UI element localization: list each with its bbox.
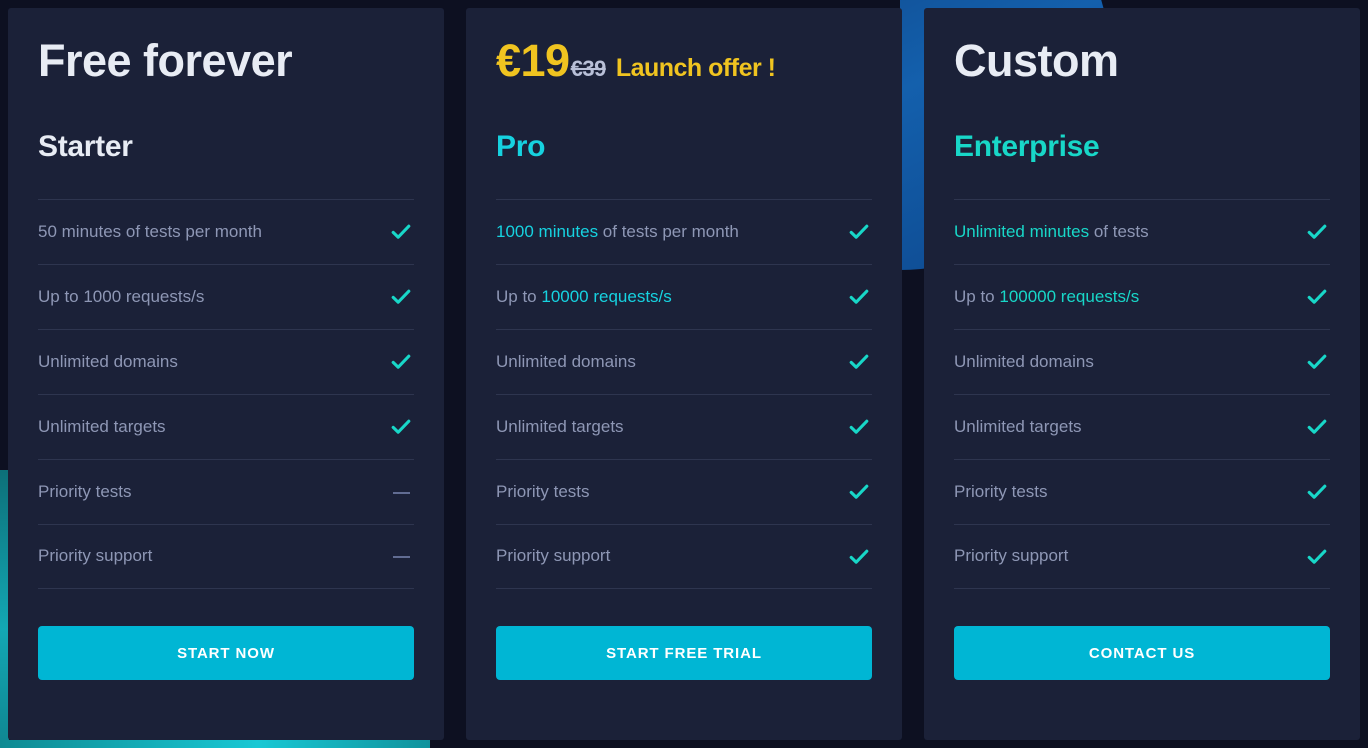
pricing-card-enterprise: Custom Enterprise Unlimited minutes of tes… [924, 8, 1360, 740]
check-icon [1304, 286, 1330, 308]
plan-name: Pro [496, 130, 546, 163]
feature-text-highlight: 100000 requests/s [999, 286, 1140, 306]
launch-offer-note: Launch offer ! [615, 54, 776, 82]
feature-row: Up to 100000 requests/s [954, 264, 1330, 329]
feature-label: Unlimited domains [38, 352, 178, 372]
feature-text-plain: Priority support [38, 546, 153, 566]
feature-label: Up to 100000 requests/s [954, 287, 1139, 307]
feature-label: Priority support [496, 546, 610, 566]
dash-icon [388, 547, 414, 567]
check-icon [1304, 481, 1330, 503]
feature-row: Unlimited targets [496, 394, 872, 459]
feature-row: Priority support [496, 524, 872, 589]
feature-text-plain: Up to [954, 286, 1000, 306]
feature-text-plain: Unlimited domains [954, 351, 1094, 371]
check-icon [388, 416, 414, 438]
feature-list: Unlimited minutes of tests Up to 100000 r… [954, 199, 1330, 589]
feature-text-plain-suffix: of tests [1089, 221, 1149, 241]
check-icon [388, 351, 414, 373]
feature-label: Priority support [38, 546, 152, 566]
feature-text-plain: Priority support [496, 546, 611, 566]
feature-text-plain: Priority tests [954, 481, 1048, 501]
check-icon [1304, 416, 1330, 438]
feature-row: 1000 minutes of tests per month [496, 199, 872, 264]
price-original-struck: €39 [570, 56, 607, 81]
feature-label: Up to 10000 requests/s [496, 287, 672, 307]
check-icon [846, 286, 872, 308]
feature-label: Unlimited minutes of tests [954, 222, 1149, 242]
feature-label: Unlimited domains [954, 352, 1094, 372]
feature-text-plain: Unlimited targets [954, 416, 1082, 436]
feature-label: Priority tests [496, 482, 590, 502]
feature-text-plain: Unlimited domains [38, 351, 178, 371]
feature-label: Unlimited targets [38, 417, 166, 437]
check-icon [1304, 351, 1330, 373]
feature-label: Priority tests [38, 482, 132, 502]
check-icon [1304, 221, 1330, 243]
pricing-card-pro: €19 €39 Launch offer ! Pro 1000 minutes of t… [466, 8, 902, 740]
feature-text-highlight: Unlimited minutes [954, 221, 1090, 241]
check-icon [846, 416, 872, 438]
price-line: €19 €39 Launch offer ! [496, 38, 872, 90]
cta-button-starter[interactable]: START NOW [38, 626, 414, 680]
plan-name: Starter [38, 130, 133, 163]
cta-button-pro[interactable]: START FREE TRIAL [496, 626, 872, 680]
feature-row: Unlimited targets [954, 394, 1330, 459]
price-amount: €19 [496, 35, 570, 86]
feature-text-plain: 50 minutes of tests per month [38, 221, 262, 241]
feature-label: Unlimited targets [496, 417, 624, 437]
feature-text-plain: Unlimited targets [38, 416, 166, 436]
feature-label: Priority tests [954, 482, 1048, 502]
feature-text-plain: Unlimited domains [496, 351, 636, 371]
feature-row: Priority tests [954, 459, 1330, 524]
check-icon [846, 351, 872, 373]
feature-row: Priority support [38, 524, 414, 589]
price-line: Custom [954, 38, 1330, 90]
feature-row: Up to 10000 requests/s [496, 264, 872, 329]
dash-icon [388, 482, 414, 502]
feature-row: Priority tests [38, 459, 414, 524]
feature-row: Unlimited domains [38, 329, 414, 394]
price-amount: Free forever [38, 35, 293, 86]
feature-row: Unlimited targets [38, 394, 414, 459]
check-icon [388, 221, 414, 243]
feature-text-plain: Up to 1000 requests/s [38, 286, 205, 306]
feature-row: Unlimited domains [954, 329, 1330, 394]
feature-label: 1000 minutes of tests per month [496, 222, 739, 242]
pricing-page: Free forever Starter 50 minutes of tests p… [0, 0, 1368, 748]
feature-text-plain: Priority support [954, 546, 1069, 566]
price-line: Free forever [38, 38, 414, 90]
feature-list: 1000 minutes of tests per month Up to 100… [496, 199, 872, 589]
plan-name: Enterprise [954, 130, 1100, 163]
check-icon [846, 221, 872, 243]
price-amount: Custom [954, 35, 1119, 86]
feature-row: Up to 1000 requests/s [38, 264, 414, 329]
feature-text-plain: Unlimited targets [496, 416, 624, 436]
cta-button-enterprise[interactable]: CONTACT US [954, 626, 1330, 680]
feature-row: 50 minutes of tests per month [38, 199, 414, 264]
feature-label: Up to 1000 requests/s [38, 287, 204, 307]
feature-label: Unlimited targets [954, 417, 1082, 437]
pricing-card-list: Free forever Starter 50 minutes of tests p… [0, 0, 1368, 748]
feature-label: 50 minutes of tests per month [38, 222, 262, 242]
check-icon [846, 481, 872, 503]
feature-text-highlight: 1000 minutes [496, 221, 599, 241]
check-icon [388, 286, 414, 308]
feature-row: Priority support [954, 524, 1330, 589]
feature-text-highlight: 10000 requests/s [541, 286, 672, 306]
feature-text-plain: Priority tests [496, 481, 590, 501]
check-icon [1304, 546, 1330, 568]
feature-row: Priority tests [496, 459, 872, 524]
feature-text-plain: Up to [496, 286, 542, 306]
feature-text-plain-suffix: of tests per month [598, 221, 739, 241]
feature-row: Unlimited domains [496, 329, 872, 394]
pricing-card-starter: Free forever Starter 50 minutes of tests p… [8, 8, 444, 740]
check-icon [846, 546, 872, 568]
feature-label: Priority support [954, 546, 1068, 566]
feature-text-plain: Priority tests [38, 481, 132, 501]
feature-list: 50 minutes of tests per month Up to 1000 … [38, 199, 414, 589]
feature-row: Unlimited minutes of tests [954, 199, 1330, 264]
feature-label: Unlimited domains [496, 352, 636, 372]
